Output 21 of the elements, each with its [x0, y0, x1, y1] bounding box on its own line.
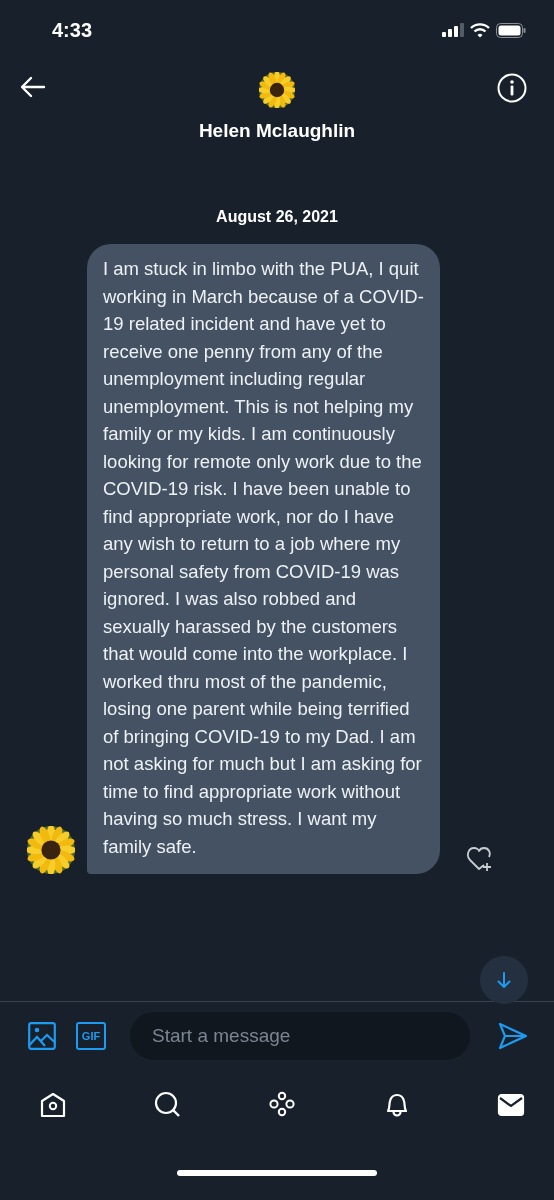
signal-icon — [442, 23, 464, 37]
scroll-down-button[interactable] — [480, 956, 528, 1004]
contact-name: Helen Mclaughlin — [198, 120, 356, 142]
info-button[interactable] — [497, 73, 527, 103]
status-time: 4:33 — [52, 18, 93, 42]
wifi-icon — [470, 22, 490, 38]
down-arrow-icon — [497, 972, 511, 988]
message-bubble: I am stuck in limbo with the PUA, I quit working in March because of a COVID-19 related incident and have yet to receive one penny from any of the unemployment including regular unemployment. This is not helping my family or my kids. I am continuously looking for remote only work due to the COVID-19 risk. I have been unable to find appropriate work, nor do I have any wish to return to a job where my personal safety from COVID-19 was ignored. I was also robbed and sexually harassed by the customers that would come into the workplace. I worked thru most of the pandemic, losing one parent while being terrified of bringing COVID-19 to my Dad. I am not asking for much but I am asking for time to find appropriate work without having so much stress. I want my family safe. — [87, 244, 440, 874]
back-arrow-icon — [20, 76, 46, 98]
image-icon — [28, 1022, 56, 1050]
home-icon — [38, 1090, 68, 1120]
home-tab[interactable] — [38, 1090, 68, 1120]
send-icon — [498, 1022, 528, 1050]
conversation-date: August 26, 2021 — [216, 208, 338, 227]
send-button[interactable] — [498, 1022, 528, 1050]
image-button[interactable] — [28, 1022, 56, 1050]
info-icon — [497, 73, 527, 103]
back-button[interactable] — [20, 76, 46, 98]
message-input-field[interactable]: Start a message — [130, 1012, 470, 1060]
battery-icon — [496, 22, 526, 38]
gif-button[interactable]: GIF — [76, 1022, 106, 1050]
